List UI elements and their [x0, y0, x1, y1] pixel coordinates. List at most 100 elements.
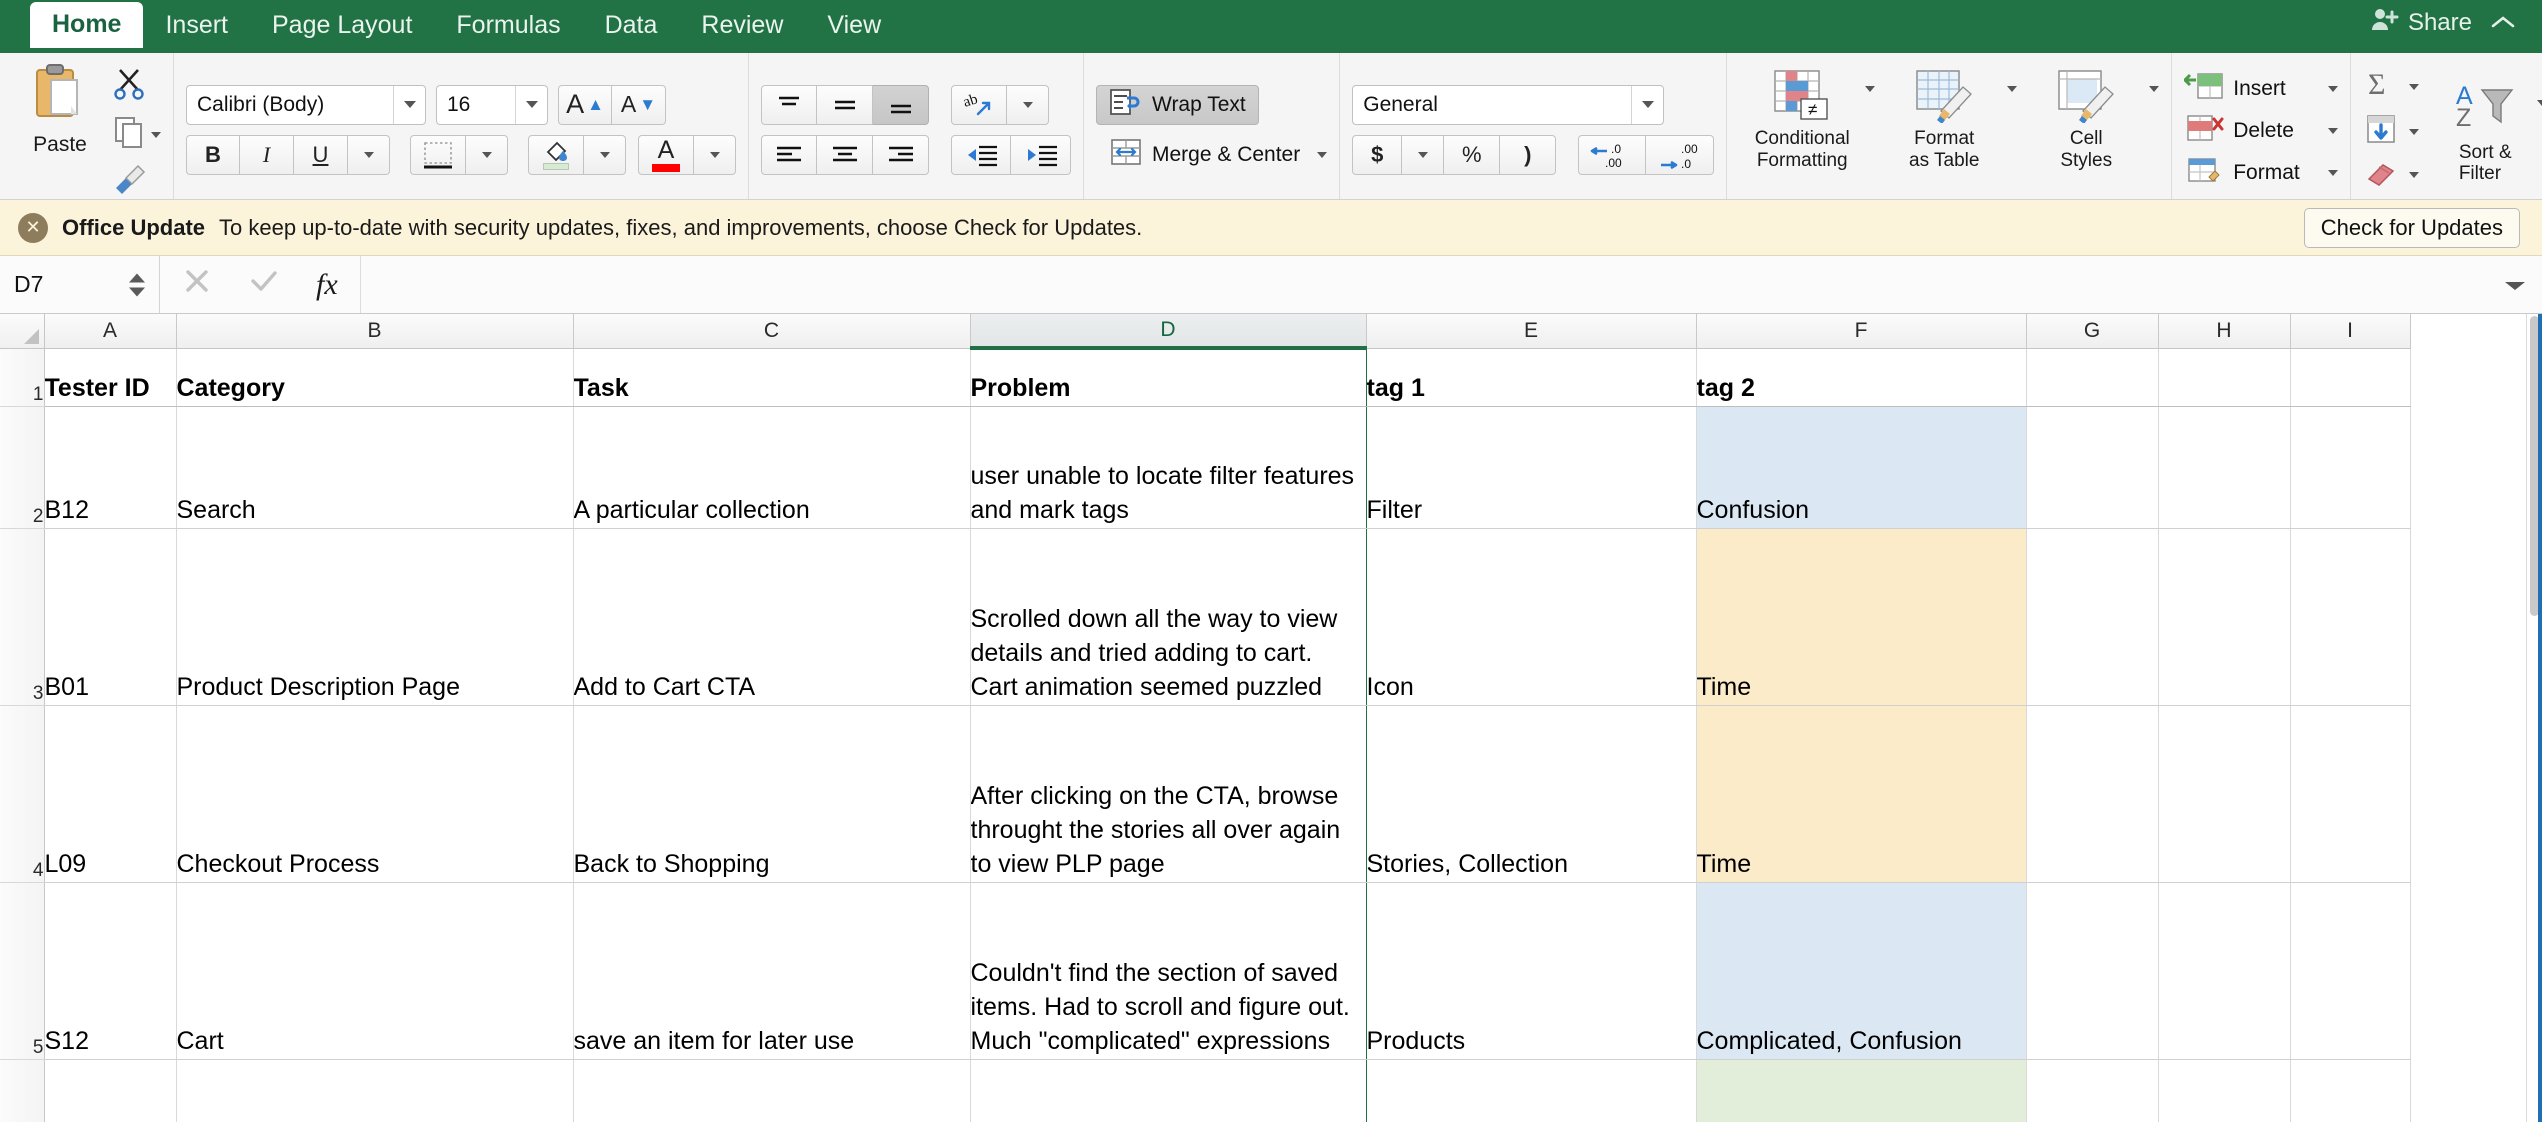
increase-font-size-icon[interactable]: A ▲ [558, 84, 612, 125]
cell-A6[interactable]: R10 [44, 1059, 177, 1122]
cell-B1[interactable]: Category [176, 348, 574, 407]
format-painter-button[interactable] [112, 164, 161, 199]
font-color-dropdown-caret[interactable] [694, 134, 736, 175]
cell-F6[interactable]: Disappointment [1696, 1059, 2027, 1122]
cell-C4[interactable]: Back to Shopping [573, 705, 971, 883]
fill-button[interactable] [2363, 112, 2420, 151]
percent-format-button[interactable]: % [1444, 134, 1501, 175]
decrease-indent-icon[interactable] [951, 134, 1011, 175]
cell-A4[interactable]: L09 [44, 705, 177, 883]
cell-F1[interactable]: tag 2 [1696, 348, 2027, 407]
column-header-e[interactable]: E [1366, 314, 1697, 349]
format-as-table-button[interactable]: Format as Table [1881, 62, 2018, 172]
bold-button[interactable]: B [186, 134, 240, 175]
cell-styles-button[interactable]: Cell Styles [2023, 62, 2160, 172]
cell-C1[interactable]: Task [573, 348, 971, 407]
cell-G2[interactable] [2026, 406, 2159, 529]
tab-formulas[interactable]: Formulas [434, 4, 582, 48]
column-header-h[interactable]: H [2158, 314, 2291, 349]
name-box-down-arrow-icon[interactable] [129, 287, 145, 296]
row-header-3[interactable]: 3 [0, 528, 45, 706]
insert-function-fx-icon[interactable]: fx [316, 268, 338, 302]
name-box-up-arrow-icon[interactable] [129, 273, 145, 282]
cell-G5[interactable] [2026, 882, 2159, 1060]
cell-E1[interactable]: tag 1 [1366, 348, 1697, 407]
cell-D2[interactable]: user unable to locate filter features an… [969, 406, 1367, 529]
italic-button[interactable]: I [240, 134, 294, 175]
paste-button[interactable]: Paste [12, 62, 108, 157]
cell-I2[interactable] [2290, 406, 2411, 529]
formula-input[interactable] [359, 256, 2488, 313]
cell-H2[interactable] [2158, 406, 2291, 529]
cell-H4[interactable] [2158, 705, 2291, 883]
column-header-f[interactable]: F [1696, 314, 2027, 349]
comma-style-button[interactable]: ) [1500, 134, 1557, 175]
cell-I4[interactable] [2290, 705, 2411, 883]
copy-dropdown-caret[interactable] [151, 131, 161, 138]
confirm-check-icon[interactable] [248, 266, 280, 304]
decrease-font-size-icon[interactable]: A ▼ [612, 84, 666, 125]
cell-E5[interactable]: Products [1366, 882, 1697, 1060]
tab-review[interactable]: Review [679, 4, 805, 48]
cell-F3[interactable]: Time [1696, 528, 2027, 706]
check-for-updates-button[interactable]: Check for Updates [2303, 208, 2520, 248]
format-as-table-dropdown-caret[interactable] [2007, 86, 2018, 92]
cell-G1[interactable] [2026, 348, 2159, 407]
row-header-1[interactable]: 1 [0, 348, 45, 407]
cell-I5[interactable] [2290, 882, 2411, 1060]
cell-G3[interactable] [2026, 528, 2159, 706]
cell-B2[interactable]: Search [176, 406, 574, 529]
cell-D3[interactable]: Scrolled down all the way to view detail… [969, 528, 1367, 706]
copy-button[interactable] [112, 115, 161, 154]
cell-G6[interactable] [2026, 1059, 2159, 1122]
cell-styles-dropdown-caret[interactable] [2149, 86, 2160, 92]
format-cells-dropdown-caret[interactable] [2328, 169, 2339, 176]
name-box-spinner[interactable] [129, 273, 145, 296]
currency-dropdown-caret[interactable] [1402, 134, 1445, 175]
tab-page-layout[interactable]: Page Layout [250, 4, 434, 48]
cell-C6[interactable]: Payment details [573, 1059, 971, 1122]
row-header-4[interactable]: 4 [0, 705, 45, 883]
row-header-5[interactable]: 5 [0, 882, 45, 1060]
name-box[interactable]: D7 [0, 256, 160, 313]
cell-D4[interactable]: After clicking on the CTA, browse throug… [969, 705, 1367, 883]
cell-D5[interactable]: Couldn't find the section of saved items… [969, 882, 1367, 1060]
column-header-i[interactable]: I [2290, 314, 2411, 349]
decrease-decimal-icon[interactable]: .00.0 [1646, 134, 1715, 175]
cell-F5[interactable]: Complicated, Confusion [1696, 882, 2027, 1060]
cell-B4[interactable]: Checkout Process [176, 705, 574, 883]
cell-E6[interactable]: Payments [1366, 1059, 1697, 1122]
merge-and-center-dropdown-caret[interactable] [1317, 151, 1328, 158]
cell-H5[interactable] [2158, 882, 2291, 1060]
align-center-icon[interactable] [817, 134, 873, 175]
text-orientation-icon[interactable]: ab [951, 84, 1007, 125]
close-circle-icon[interactable]: ✕ [18, 212, 48, 243]
cell-F2[interactable]: Confusion [1696, 406, 2027, 529]
conditional-formatting-button[interactable]: ≠ Conditional Formatting [1739, 62, 1876, 172]
cell-A1[interactable]: Tester ID [44, 348, 177, 407]
cell-I1[interactable] [2290, 348, 2411, 407]
fill-dropdown-caret[interactable] [2409, 128, 2420, 135]
borders-dropdown-caret[interactable] [466, 134, 508, 175]
number-format-combo[interactable]: General [1352, 84, 1665, 125]
font-name-dropdown-caret[interactable] [393, 85, 425, 124]
align-right-icon[interactable] [873, 134, 929, 175]
chevron-down-icon[interactable] [2488, 277, 2542, 293]
tab-data[interactable]: Data [583, 4, 680, 48]
insert-cells-dropdown-caret[interactable] [2328, 85, 2339, 92]
sort-and-filter-button[interactable]: A Z Sort & Filter [2433, 78, 2537, 186]
column-header-b[interactable]: B [176, 314, 574, 349]
conditional-formatting-dropdown-caret[interactable] [1865, 86, 1876, 92]
row-header-6[interactable]: 6 [0, 1059, 45, 1122]
share-button[interactable]: Share [2370, 6, 2472, 39]
font-size-combo[interactable]: 16 [436, 84, 548, 125]
cut-button[interactable] [112, 66, 161, 105]
column-header-g[interactable]: G [2026, 314, 2159, 349]
cell-I3[interactable] [2290, 528, 2411, 706]
column-header-a[interactable]: A [44, 314, 177, 349]
increase-decimal-icon[interactable]: .0.00 [1578, 134, 1647, 175]
tab-home[interactable]: Home [30, 2, 144, 48]
column-header-d[interactable]: D [970, 314, 1367, 350]
align-left-icon[interactable] [761, 134, 817, 175]
insert-cells-button[interactable]: Insert [2183, 71, 2339, 107]
